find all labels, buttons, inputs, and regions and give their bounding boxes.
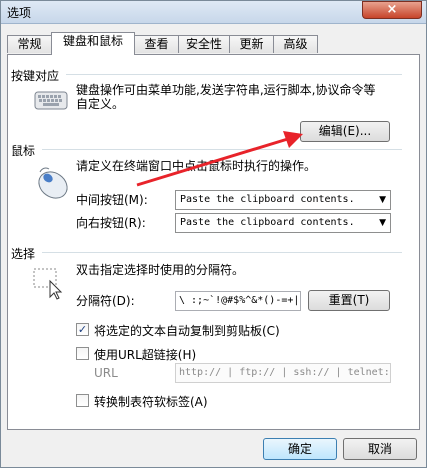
keyboard-icon (34, 91, 68, 110)
tab-update[interactable]: 更新 (229, 35, 274, 53)
middle-button-select[interactable]: Paste the clipboard contents. ▼ (175, 190, 391, 210)
middle-button-value: Paste the clipboard contents. (180, 194, 355, 205)
delimiter-input[interactable]: \ :;~`!@#$%^&*()-=+| (175, 291, 301, 311)
delimiter-label: 分隔符(D): (76, 294, 135, 308)
auto-copy-checkbox[interactable]: ✓ (76, 323, 89, 336)
selection-icon (33, 268, 63, 300)
mouse-icon (38, 167, 68, 199)
tab-label-text: 转换制表符软标签(A) (94, 395, 208, 409)
reset-button[interactable]: 重置(T) (308, 290, 390, 311)
url-label: URL (94, 366, 118, 380)
right-button-value: Paste the clipboard contents. (180, 217, 355, 228)
chevron-down-icon: ▼ (379, 218, 386, 228)
auto-copy-label: 将选定的文本自动复制到剪贴板(C) (94, 324, 280, 338)
tab-security[interactable]: 安全性 (178, 35, 230, 53)
divider (42, 252, 402, 253)
selection-description: 双击指定选择时使用的分隔符。 (76, 263, 245, 277)
middle-button-label: 中间按钮(M): (76, 193, 148, 207)
divider (66, 74, 402, 75)
tab-view[interactable]: 查看 (134, 35, 179, 53)
tab-panel: 按键对应 键盘操作可由菜单功能,发送字符串,运行脚本,协议命令等 自定义。 编辑… (7, 54, 420, 430)
chevron-down-icon: ▼ (379, 195, 386, 205)
mouse-group-title: 鼠标 (11, 144, 36, 158)
annotation-arrow (136, 131, 303, 187)
right-button-label: 向右按钮(R): (76, 216, 146, 230)
title-bar: 选项 × (1, 1, 426, 24)
options-window: 选项 × 常规 键盘和鼠标 查看 安全性 更新 高级 按键对应 键盘操作可由菜单… (0, 0, 427, 468)
tab-keyboard-mouse[interactable]: 键盘和鼠标 (51, 32, 135, 55)
use-url-label: 使用URL超链接(H) (94, 348, 197, 362)
edit-button[interactable]: 编辑(E)... (300, 121, 390, 142)
cancel-button[interactable]: 取消 (343, 438, 417, 460)
close-button[interactable]: × (362, 1, 422, 19)
right-button-select[interactable]: Paste the clipboard contents. ▼ (175, 213, 391, 233)
tab-advanced[interactable]: 高级 (273, 35, 318, 53)
ok-button[interactable]: 确定 (263, 438, 337, 460)
keyboard-group-title: 按键对应 (11, 69, 60, 83)
tab-label-checkbox[interactable] (76, 394, 89, 407)
url-input[interactable]: http:// | ftp:// | ssh:// | telnet: (175, 363, 391, 383)
keyboard-description-line2: 自定义。 (76, 97, 125, 111)
window-title: 选项 (7, 6, 32, 20)
selection-group-title: 选择 (11, 247, 36, 261)
use-url-checkbox[interactable] (76, 347, 89, 360)
tab-general[interactable]: 常规 (7, 35, 52, 53)
